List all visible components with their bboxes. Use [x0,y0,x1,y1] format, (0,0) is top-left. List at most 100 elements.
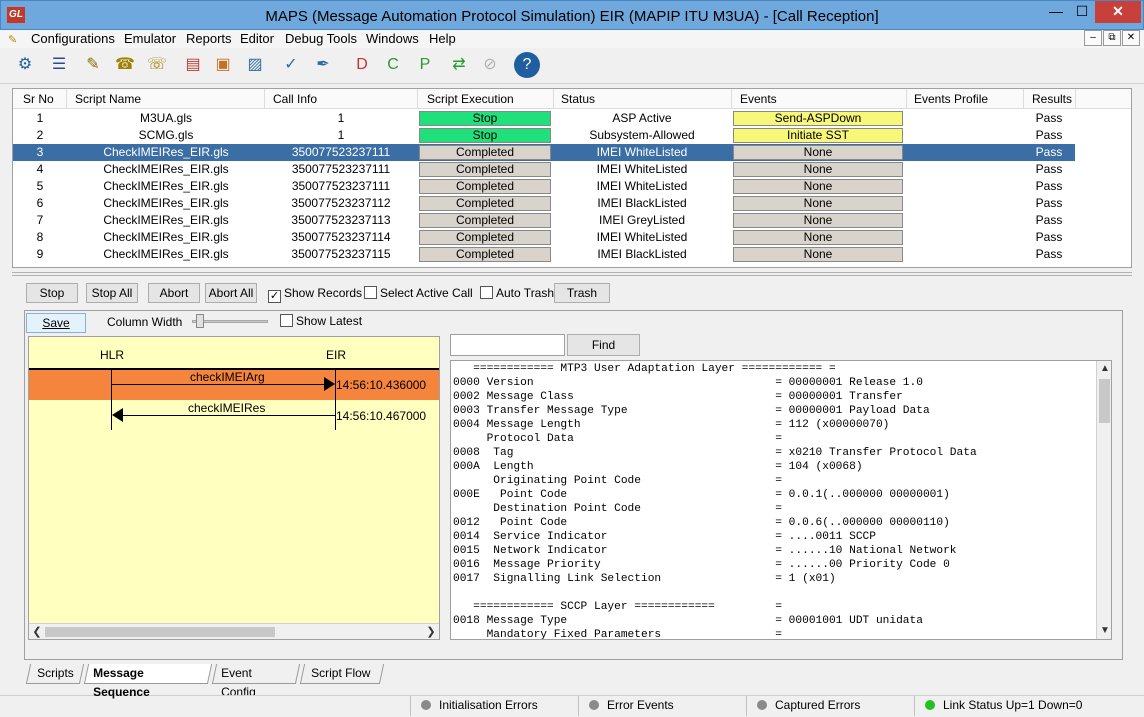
menu-emulator[interactable]: Emulator [124,31,176,46]
col-divider[interactable] [264,89,265,109]
status-link[interactable]: Link Status Up=1 Down=0 [914,696,1144,716]
script-execution-button[interactable]: Completed [419,179,551,194]
table-row[interactable]: 8 CheckIMEIRes_EIR.gls 350077523237114 Comp… [13,229,1075,246]
scroll-up-icon[interactable]: ▲ [1097,361,1111,377]
script-execution-button[interactable]: Completed [419,247,551,262]
menu-windows[interactable]: Windows [366,31,419,46]
phones-icon[interactable]: ☏ [144,52,170,78]
find-input[interactable] [450,334,565,356]
message-arrow[interactable] [122,415,335,416]
col-divider[interactable] [66,89,67,109]
message-label[interactable]: checkIMEIArg [190,370,265,384]
script-execution-button[interactable]: Completed [419,196,551,211]
scroll-down-icon[interactable]: ▼ [1097,623,1111,639]
script-execution-button[interactable]: Stop [419,111,551,126]
menu-configurations[interactable]: Configurations [31,31,115,46]
col-script-execution[interactable]: Script Execution [427,92,514,106]
sequence-horizontal-scrollbar[interactable]: ❮ ❯ [29,623,439,639]
scrollbar-thumb[interactable] [45,627,275,637]
col-divider[interactable] [1075,89,1076,109]
books-icon[interactable]: ▤ [180,52,206,78]
checkbox-icon[interactable] [364,286,377,299]
script-execution-button[interactable]: Completed [419,213,551,228]
notebook-icon[interactable]: ☰ [46,52,72,78]
profile-lock-icon[interactable]: ▨ [242,52,268,78]
script-execution-button[interactable]: Completed [419,145,551,160]
event-button[interactable]: None [733,196,903,211]
abort-button[interactable]: Abort [148,283,200,303]
mdi-close-icon[interactable]: ✕ [1122,30,1140,46]
status-captured-errors[interactable]: Captured Errors [746,696,914,716]
col-divider[interactable] [1023,89,1024,109]
column-width-slider-thumb[interactable] [196,314,204,328]
event-button[interactable]: None [733,213,903,228]
gear-icon[interactable]: ⚙ [12,52,38,78]
event-button[interactable]: Send-ASPDown [733,111,903,126]
mdi-restore-icon[interactable]: ⧉ [1103,30,1121,46]
check-edit-icon[interactable]: ✓ [278,52,304,78]
show-latest-checkbox[interactable]: Show Latest [280,313,362,329]
event-button[interactable]: None [733,162,903,177]
script-execution-button[interactable]: Completed [419,162,551,177]
help-icon[interactable]: ? [514,52,540,78]
event-button[interactable]: None [733,247,903,262]
col-divider[interactable] [731,89,732,109]
save-button[interactable]: Save [26,313,86,333]
message-label[interactable]: checkIMEIRes [188,401,265,415]
col-divider[interactable] [417,89,418,109]
scroll-right-icon[interactable]: ❯ [423,624,439,639]
col-status[interactable]: Status [561,92,595,106]
menu-help[interactable]: Help [429,31,456,46]
find-button[interactable]: Find [567,334,640,356]
col-call-info[interactable]: Call Info [273,92,317,106]
col-events-profile[interactable]: Events Profile [914,92,988,106]
message-arrow[interactable] [111,384,325,385]
splitter[interactable] [12,272,1132,276]
script-execution-button[interactable]: Stop [419,128,551,143]
event-button[interactable]: None [733,230,903,245]
mdi-child-icon[interactable]: ✎ [8,33,20,46]
col-divider[interactable] [553,89,554,109]
tab-event-config[interactable]: Event Config [211,664,301,699]
clock-arrow-icon[interactable]: ⇄ [446,52,472,78]
maximize-icon[interactable]: ☐ [1067,1,1097,23]
script-execution-button[interactable]: Completed [419,230,551,245]
stop-all-button[interactable]: Stop All [86,283,138,303]
status-error-events[interactable]: Error Events [578,696,748,716]
tab-scripts[interactable]: Scripts [25,664,85,684]
table-row[interactable]: 3 CheckIMEIRes_EIR.gls 350077523237111 Comp… [13,144,1075,161]
menu-editor[interactable]: Editor [240,31,274,46]
abort-all-button[interactable]: Abort All [205,283,257,303]
event-button[interactable]: None [733,179,903,194]
table-row[interactable]: 2 SCMG.gls 1 Stop Subsystem-Allowed Initiate … [13,127,1075,144]
record-p-icon[interactable]: P [412,52,438,78]
menu-reports[interactable]: Reports [186,31,232,46]
checkbox-icon[interactable] [480,286,493,299]
scrollbar-thumb[interactable] [1099,379,1110,423]
trash-button[interactable]: Trash [554,283,610,303]
col-divider[interactable] [906,89,907,109]
checkbox-icon[interactable] [280,314,293,327]
select-active-call-checkbox[interactable]: Select Active Call [364,285,473,301]
table-row[interactable]: 5 CheckIMEIRes_EIR.gls 350077523237111 Comp… [13,178,1075,195]
col-results[interactable]: Results [1032,92,1072,106]
stop-button[interactable]: Stop [26,283,78,303]
table-row[interactable]: 4 CheckIMEIRes_EIR.gls 350077523237111 Comp… [13,161,1075,178]
tab-message-sequence[interactable]: Message Sequence [83,664,213,699]
scroll-left-icon[interactable]: ❮ [29,624,45,639]
table-row[interactable]: 1 M3UA.gls 1 Stop ASP Active Send-ASPDown Pass [13,110,1075,127]
table-row[interactable]: 7 CheckIMEIRes_EIR.gls 350077523237113 Comp… [13,212,1075,229]
tab-script-flow[interactable]: Script Flow [299,664,385,684]
menu-debug-tools[interactable]: Debug Tools [285,31,357,46]
phone-icon[interactable]: ☎ [112,52,138,78]
record-c-icon[interactable]: C [380,52,406,78]
disabled-tool-icon[interactable]: ⊘ [477,52,503,78]
table-row[interactable]: 6 CheckIMEIRes_EIR.gls 350077523237112 Comp… [13,195,1075,212]
close-icon[interactable]: ✕ [1095,1,1141,23]
auto-trash-checkbox[interactable]: Auto Trash [480,285,554,301]
table-row[interactable]: 9 CheckIMEIRes_EIR.gls 350077523237115 Comp… [13,246,1075,263]
col-events[interactable]: Events [740,92,777,106]
show-records-checkbox[interactable]: ✓ Show Records [268,285,362,303]
decode-vertical-scrollbar[interactable]: ▲ ▼ [1096,361,1111,639]
status-initialisation-errors[interactable]: Initialisation Errors [410,696,580,716]
